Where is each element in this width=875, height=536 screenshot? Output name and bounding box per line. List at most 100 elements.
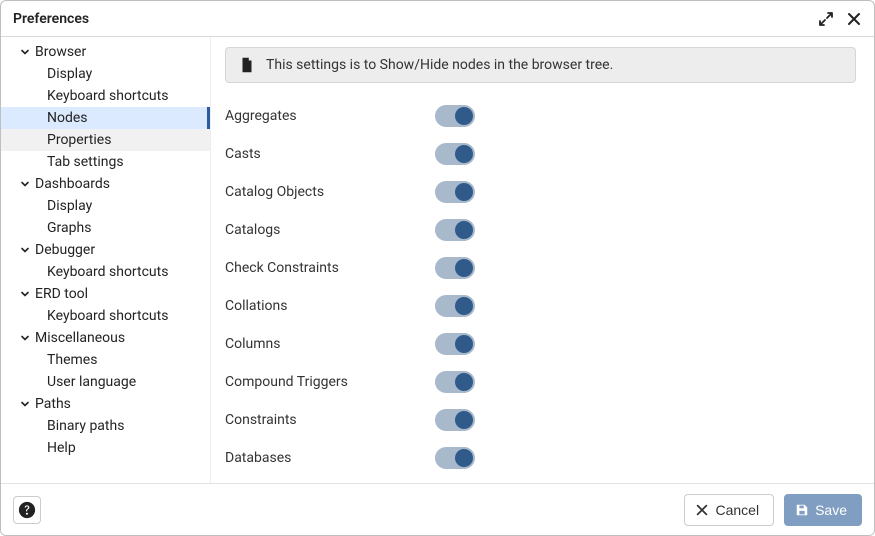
sidebar: Browser Display Keyboard shortcuts Nodes Pro… [1, 37, 211, 483]
tree-children: Keyboard shortcuts [1, 305, 210, 327]
sidebar-item-label: Keyboard shortcuts [47, 264, 168, 280]
node-row: Check Constraints [225, 249, 856, 287]
node-row: Catalog Objects [225, 173, 856, 211]
sidebar-item-label: Display [47, 198, 92, 214]
sidebar-item-browser-display[interactable]: Display [1, 63, 210, 85]
node-toggle[interactable] [435, 181, 475, 203]
sidebar-item-dbg-kb[interactable]: Keyboard shortcuts [1, 261, 210, 283]
tree-group-label: ERD tool [35, 286, 88, 302]
window-controls [816, 9, 864, 29]
node-label: Aggregates [225, 108, 405, 124]
node-row: Catalogs [225, 211, 856, 249]
tree-children: Binary paths Help [1, 415, 210, 459]
tree-children: Display Graphs [1, 195, 210, 239]
node-toggle[interactable] [435, 371, 475, 393]
info-banner-text: This settings is to Show/Hide nodes in t… [266, 57, 613, 73]
tree-group-misc: Miscellaneous Themes User language [1, 327, 210, 393]
tree-group-debugger: Debugger Keyboard shortcuts [1, 239, 210, 283]
node-toggle[interactable] [435, 447, 475, 469]
sidebar-item-label: Binary paths [47, 418, 124, 434]
dialog-body: Browser Display Keyboard shortcuts Nodes Pro… [1, 37, 874, 483]
nodes-list: Aggregates Casts Catalog Objects Catalogs Ch… [225, 97, 856, 483]
chevron-down-icon [19, 332, 31, 344]
toggle-knob [455, 145, 473, 163]
node-label: Check Constraints [225, 260, 405, 276]
node-row: Columns [225, 325, 856, 363]
sidebar-item-label: Properties [47, 132, 111, 148]
sidebar-item-browser-nodes[interactable]: Nodes [1, 107, 210, 129]
node-label: Databases [225, 450, 405, 466]
main-scroll[interactable]: This settings is to Show/Hide nodes in t… [211, 37, 874, 483]
chevron-down-icon [19, 46, 31, 58]
main-panel: This settings is to Show/Hide nodes in t… [211, 37, 874, 483]
sidebar-item-label: Keyboard shortcuts [47, 88, 168, 104]
preferences-dialog: Preferences Browser Display Keyboard short… [0, 0, 875, 536]
chevron-down-icon [19, 288, 31, 300]
window-title: Preferences [13, 11, 89, 27]
titlebar: Preferences [1, 1, 874, 37]
sidebar-item-label: Graphs [47, 220, 91, 236]
sidebar-item-label: Display [47, 66, 92, 82]
node-row: Casts [225, 135, 856, 173]
sidebar-item-misc-lang[interactable]: User language [1, 371, 210, 393]
tree-group-label: Debugger [35, 242, 95, 258]
node-label: Columns [225, 336, 405, 352]
sidebar-item-browser-kb[interactable]: Keyboard shortcuts [1, 85, 210, 107]
sidebar-item-label: Themes [47, 352, 97, 368]
tree-group-header-browser[interactable]: Browser [1, 41, 210, 63]
tree-children: Keyboard shortcuts [1, 261, 210, 283]
node-row: Compound Triggers [225, 363, 856, 401]
info-banner: This settings is to Show/Hide nodes in t… [225, 47, 856, 83]
sidebar-item-dash-display[interactable]: Display [1, 195, 210, 217]
node-toggle[interactable] [435, 295, 475, 317]
node-label: Catalogs [225, 222, 405, 238]
sidebar-item-browser-tabsettings[interactable]: Tab settings [1, 151, 210, 173]
node-label: Catalog Objects [225, 184, 405, 200]
node-toggle[interactable] [435, 333, 475, 355]
tree-group-label: Dashboards [35, 176, 110, 192]
toggle-knob [455, 107, 473, 125]
cancel-button-label: Cancel [715, 502, 759, 518]
tree-group-header-dashboards[interactable]: Dashboards [1, 173, 210, 195]
tree-group-header-debugger[interactable]: Debugger [1, 239, 210, 261]
node-toggle[interactable] [435, 409, 475, 431]
node-row: Collations [225, 287, 856, 325]
tree-group-header-misc[interactable]: Miscellaneous [1, 327, 210, 349]
sidebar-item-dash-graphs[interactable]: Graphs [1, 217, 210, 239]
sidebar-item-paths-help[interactable]: Help [1, 437, 210, 459]
tree-group-label: Paths [35, 396, 71, 412]
toggle-knob [455, 373, 473, 391]
toggle-knob [455, 183, 473, 201]
footer: Cancel Save [1, 483, 874, 535]
cancel-button[interactable]: Cancel [684, 494, 774, 526]
toggle-knob [455, 449, 473, 467]
node-toggle[interactable] [435, 219, 475, 241]
chevron-down-icon [19, 178, 31, 190]
sidebar-item-misc-themes[interactable]: Themes [1, 349, 210, 371]
sidebar-item-paths-bin[interactable]: Binary paths [1, 415, 210, 437]
sidebar-scroll[interactable]: Browser Display Keyboard shortcuts Nodes Pro… [1, 37, 210, 483]
node-row: Domain Constraints [225, 477, 856, 483]
node-label: Constraints [225, 412, 405, 428]
tree-group-header-paths[interactable]: Paths [1, 393, 210, 415]
close-icon[interactable] [844, 9, 864, 29]
node-toggle[interactable] [435, 105, 475, 127]
toggle-knob [455, 411, 473, 429]
expand-icon[interactable] [816, 9, 836, 29]
sidebar-item-erd-kb[interactable]: Keyboard shortcuts [1, 305, 210, 327]
tree-group-paths: Paths Binary paths Help [1, 393, 210, 459]
node-row: Aggregates [225, 97, 856, 135]
sidebar-item-browser-properties[interactable]: Properties [1, 129, 210, 151]
help-button[interactable] [13, 496, 41, 524]
sidebar-item-label: Tab settings [47, 154, 124, 170]
tree-group-label: Miscellaneous [35, 330, 125, 346]
save-button[interactable]: Save [784, 494, 862, 526]
chevron-down-icon [19, 244, 31, 256]
tree-group-header-erd[interactable]: ERD tool [1, 283, 210, 305]
footer-buttons: Cancel Save [684, 494, 862, 526]
tree-children: Themes User language [1, 349, 210, 393]
sidebar-item-label: Help [47, 440, 76, 456]
save-button-label: Save [815, 502, 847, 518]
node-toggle[interactable] [435, 257, 475, 279]
node-toggle[interactable] [435, 143, 475, 165]
